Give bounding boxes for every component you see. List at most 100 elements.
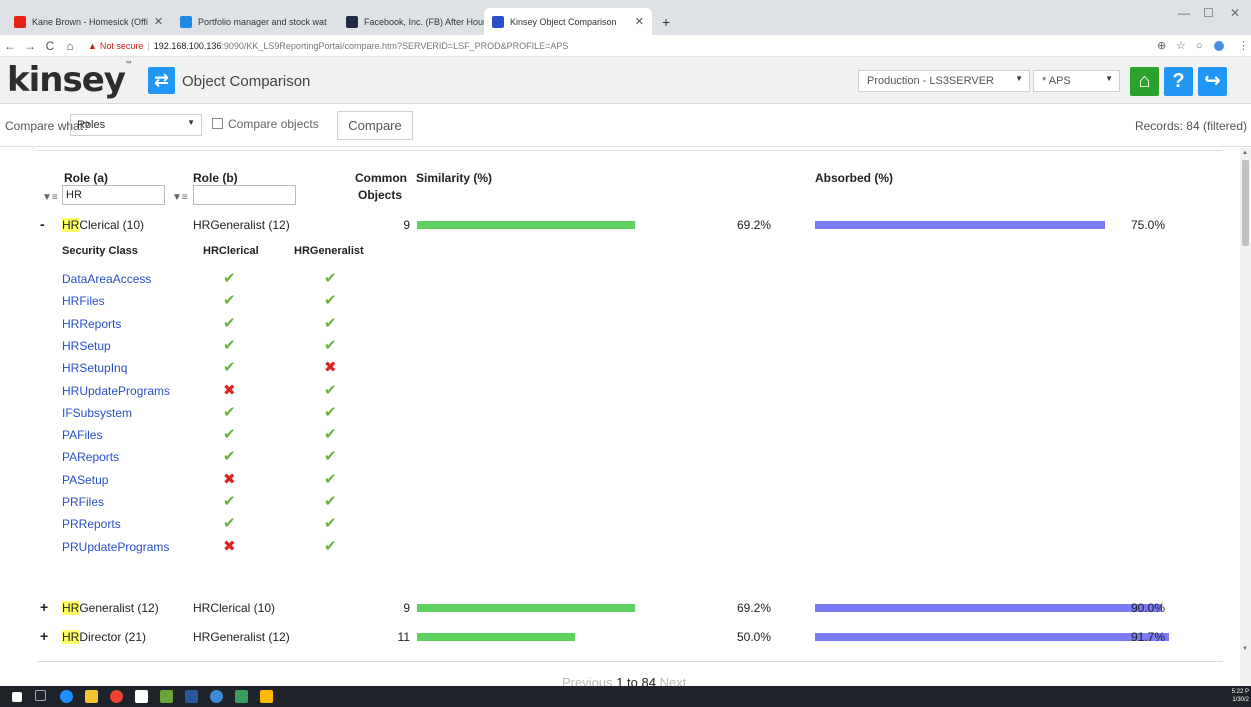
app-header: kinsey™ ⇄ Object Comparison Production -…	[0, 57, 1251, 104]
role-b-cell: HRGeneralist (12)	[193, 630, 290, 644]
sticky-notes-icon[interactable]	[260, 690, 273, 703]
profile-select-value: * APS	[1042, 75, 1071, 87]
checkmark-icon: ✔	[324, 448, 337, 466]
mail-icon[interactable]	[135, 690, 148, 703]
address-bar[interactable]: 192.168.100.136:9090/KK_LS9ReportingPort…	[154, 41, 569, 51]
security-class-row: HRSetup ✔ ✔	[0, 335, 600, 357]
browser-tab-active[interactable]: Kinsey Object Comparison ✕	[484, 8, 652, 35]
role-b-filter-input[interactable]	[193, 185, 296, 205]
system-clock[interactable]: 5:22 P 1/30/2	[1232, 688, 1249, 704]
new-tab-button[interactable]: +	[654, 8, 678, 35]
security-class-link[interactable]: PAReports	[62, 450, 119, 464]
word-icon[interactable]	[185, 690, 198, 703]
table-row[interactable]: + HRDirector (21) HRGeneralist (12) 11 5…	[0, 626, 1240, 648]
security-class-link[interactable]: HRFiles	[62, 294, 105, 308]
profile-select[interactable]: * APS ▼	[1033, 70, 1120, 92]
task-view-icon[interactable]	[35, 690, 46, 701]
compare-objects-label: Compare objects	[228, 117, 319, 131]
file-explorer-icon[interactable]	[85, 690, 98, 703]
vertical-scrollbar[interactable]: ▲ ▼	[1240, 148, 1251, 686]
close-icon[interactable]: ✕	[333, 15, 334, 28]
absorbed-value: 90.0%	[1131, 601, 1166, 615]
compare-what-select[interactable]: Roles ▼	[70, 114, 202, 136]
profile-icon[interactable]	[1214, 41, 1224, 51]
security-class-row: PRFiles ✔ ✔	[0, 491, 600, 513]
app-icon[interactable]	[160, 690, 173, 703]
security-class-link[interactable]: DataAreaAccess	[62, 272, 151, 286]
maximize-icon[interactable]: ☐	[1203, 6, 1214, 20]
compare-button[interactable]: Compare	[337, 111, 413, 140]
scroll-down-icon[interactable]: ▼	[1242, 646, 1248, 652]
previous-link[interactable]: Previous	[562, 675, 613, 686]
table-row[interactable]: - HRClerical (10) HRGeneralist (12) 9 69…	[0, 214, 1240, 236]
chrome-icon[interactable]	[110, 690, 123, 703]
security-class-link[interactable]: PAFiles	[62, 428, 102, 442]
security-class-link[interactable]: HRSetup	[62, 339, 111, 353]
browser-tab-1[interactable]: Kane Brown - Homesick (Offi ✕	[6, 8, 168, 35]
checkmark-icon: ✔	[324, 537, 337, 555]
close-icon[interactable]: ✕	[635, 15, 644, 28]
start-icon[interactable]	[12, 692, 22, 702]
checkmark-icon: ✔	[223, 359, 236, 377]
logout-button[interactable]: ↪	[1198, 67, 1227, 96]
compare-objects-checkbox[interactable]	[212, 118, 223, 129]
forward-icon[interactable]: →	[20, 39, 40, 53]
photos-icon[interactable]	[235, 690, 248, 703]
browser-tab-2[interactable]: Portfolio manager and stock wat ✕	[172, 8, 334, 35]
security-class-link[interactable]: IFSubsystem	[62, 406, 132, 420]
kinsey-logo[interactable]: kinsey™	[7, 60, 133, 100]
checkmark-icon: ✔	[223, 270, 236, 287]
security-class-header: Security Class	[62, 245, 138, 257]
back-icon[interactable]: ←	[0, 39, 20, 53]
checkmark-icon: ✔	[223, 336, 236, 354]
menu-icon[interactable]: ⋮	[1238, 39, 1249, 52]
security-class-link[interactable]: HRUpdatePrograms	[62, 384, 170, 398]
security-class-link[interactable]: PASetup	[62, 473, 108, 487]
security-class-link[interactable]: PRUpdatePrograms	[62, 540, 169, 554]
globe-icon[interactable]	[210, 690, 223, 703]
scroll-up-icon[interactable]: ▲	[1242, 150, 1248, 156]
similarity-bar	[417, 633, 575, 641]
url-host: 192.168.100.136	[153, 40, 222, 51]
expand-toggle[interactable]: +	[40, 599, 48, 615]
collapse-toggle[interactable]: -	[40, 216, 45, 232]
role-a-name: Clerical (10)	[79, 218, 145, 232]
security-class-link[interactable]: PRFiles	[62, 495, 104, 509]
absorbed-value: 91.7%	[1131, 630, 1166, 644]
role-a-match: HR	[62, 218, 80, 232]
extension-icon[interactable]: ○	[1196, 40, 1203, 52]
clock-time: 5:22 P	[1231, 689, 1249, 695]
url-path: :9090/KK_LS9ReportingPortal/compare.htm?…	[221, 40, 569, 51]
filter-icon[interactable]: ▼≡	[172, 192, 188, 203]
table-row[interactable]: + HRGeneralist (12) HRClerical (10) 9 69…	[0, 597, 1240, 619]
comparison-table: Role (a) Role (b) Common Objects Similar…	[0, 148, 1240, 686]
zoom-icon[interactable]: ⊕	[1157, 39, 1166, 52]
checkmark-icon: ✔	[223, 515, 236, 533]
security-class-link[interactable]: HRSetupInq	[62, 361, 127, 375]
browser-tab-3[interactable]: Facebook, Inc. (FB) After Hours T	[338, 8, 484, 35]
edge-icon[interactable]	[60, 690, 73, 703]
cross-icon: ✖	[223, 537, 236, 555]
tab-title: Portfolio manager and stock wat	[198, 16, 327, 27]
filter-icon[interactable]: ▼≡	[42, 192, 58, 203]
scrollbar-thumb[interactable]	[1242, 160, 1249, 246]
home-icon[interactable]: ⌂	[60, 39, 80, 53]
star-icon[interactable]: ☆	[1176, 39, 1186, 52]
help-button[interactable]: ?	[1164, 67, 1193, 96]
minimize-icon[interactable]: —	[1178, 6, 1190, 20]
expand-toggle[interactable]: +	[40, 628, 48, 644]
role-a-match: HR	[62, 601, 80, 615]
role-a-match: HR	[62, 630, 80, 644]
security-class-link[interactable]: PRReports	[62, 517, 121, 531]
home-button[interactable]: ⌂	[1130, 67, 1159, 96]
close-window-icon[interactable]: ✕	[1230, 6, 1240, 20]
next-link[interactable]: Next	[660, 675, 687, 686]
server-select[interactable]: Production - LS3SERVER ▼	[858, 70, 1030, 92]
role-a-filter-input[interactable]	[62, 185, 165, 205]
not-secure-label[interactable]: Not secure	[100, 41, 144, 51]
divider	[37, 661, 1223, 662]
common-count: 11	[397, 630, 410, 644]
security-class-link[interactable]: HRReports	[62, 317, 121, 331]
close-icon[interactable]: ✕	[154, 15, 163, 28]
reload-icon[interactable]: C	[40, 39, 60, 53]
